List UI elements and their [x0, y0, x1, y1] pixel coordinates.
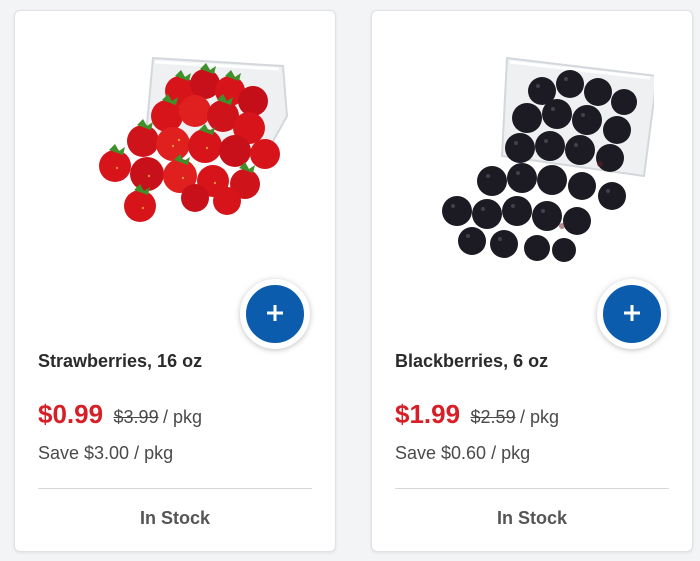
divider	[395, 488, 669, 489]
plus-icon	[267, 305, 283, 321]
add-to-cart-button[interactable]	[597, 279, 667, 349]
price-unit: / pkg	[520, 407, 560, 427]
strawberries-image[interactable]	[55, 36, 297, 276]
price-unit: / pkg	[163, 407, 203, 427]
original-price: $3.99	[113, 407, 159, 427]
blackberries-image[interactable]	[412, 36, 659, 276]
product-card[interactable]: Blackberries, 6 oz $1.99 $2.59 / pkg Sav…	[371, 10, 693, 552]
sale-price: $1.99	[395, 399, 461, 429]
price-row: $0.99 $3.99 / pkg	[38, 399, 202, 430]
plus-icon	[624, 305, 640, 321]
price-row: $1.99 $2.59 / pkg	[395, 399, 559, 430]
original-price: $2.59	[470, 407, 516, 427]
add-to-cart-button[interactable]	[240, 279, 310, 349]
product-name[interactable]: Blackberries, 6 oz	[395, 351, 548, 372]
stock-status: In Stock	[139, 508, 210, 528]
savings-text: Save $3.00 / pkg	[38, 443, 174, 463]
stock-status: In Stock	[496, 508, 567, 528]
savings-text: Save $0.60 / pkg	[395, 443, 531, 463]
sale-price: $0.99	[38, 399, 104, 429]
divider	[38, 488, 312, 489]
product-card[interactable]: Strawberries, 16 oz $0.99 $3.99 / pkg Sa…	[14, 10, 336, 552]
product-name[interactable]: Strawberries, 16 oz	[38, 351, 202, 372]
